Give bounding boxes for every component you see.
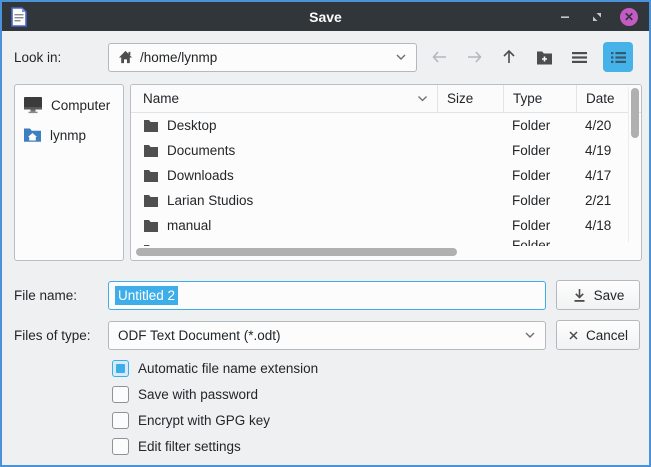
save-icon	[572, 288, 587, 303]
file-row-downloads[interactable]: Downloads Folder 4/17	[131, 163, 641, 188]
folder-icon	[143, 219, 159, 232]
main-area: Computer lynmp Name	[14, 84, 642, 261]
vertical-scrollbar[interactable]	[628, 87, 639, 242]
sidebar-item-label: lynmp	[50, 128, 86, 143]
forward-button[interactable]	[461, 43, 487, 71]
files-of-type-label: Files of type:	[14, 328, 108, 343]
files-of-type-value: ODF Text Document (*.odt)	[118, 328, 524, 343]
files-of-type-row: Files of type: ODF Text Document (*.odt)…	[14, 320, 640, 350]
location-toolbar: Look in: /home/lynmp	[14, 42, 637, 72]
back-button[interactable]	[426, 43, 452, 71]
files-of-type-combobox[interactable]: ODF Text Document (*.odt)	[108, 321, 546, 350]
computer-icon	[23, 96, 43, 114]
window-controls: ✕	[555, 7, 643, 27]
location-combobox[interactable]: /home/lynmp	[108, 43, 417, 72]
home-icon	[118, 50, 133, 64]
vertical-scrollbar-thumb[interactable]	[631, 88, 639, 138]
detail-list-icon	[610, 51, 627, 64]
list-header: Name Size Type Date	[131, 85, 641, 113]
sidebar-item-lynmp[interactable]: lynmp	[15, 120, 123, 150]
file-row-larian-studios[interactable]: Larian Studios Folder 2/21	[131, 188, 641, 213]
column-header-name[interactable]: Name	[131, 85, 437, 112]
window-title: Save	[2, 9, 649, 25]
checkbox-icon	[112, 438, 129, 455]
file-row-documents[interactable]: Documents Folder 4/19	[131, 138, 641, 163]
save-button[interactable]: Save	[556, 280, 640, 310]
cancel-x-icon	[568, 330, 579, 341]
short-view-button[interactable]	[566, 43, 592, 71]
horizontal-scrollbar-thumb[interactable]	[136, 248, 457, 256]
options-checkboxes: Automatic file name extension Save with …	[112, 360, 649, 455]
checkbox-icon	[112, 412, 129, 429]
file-rows: Desktop Folder 4/20 Documents Folder 4/1…	[131, 113, 641, 254]
checkbox-encrypt-gpg[interactable]: Encrypt with GPG key	[112, 412, 649, 429]
file-name-input[interactable]: Untitled 2	[108, 281, 546, 310]
file-name-value: Untitled 2	[115, 286, 178, 305]
folder-icon	[143, 169, 159, 182]
up-button[interactable]	[496, 43, 522, 71]
close-button[interactable]: ✕	[619, 7, 639, 27]
detail-view-button[interactable]	[603, 42, 633, 72]
file-list-panel: Name Size Type Date Desktop Folder 4/20	[130, 84, 642, 261]
chevron-down-icon	[395, 53, 407, 61]
folder-icon	[143, 244, 159, 246]
minimize-button[interactable]	[555, 7, 575, 27]
checkbox-icon	[112, 386, 129, 403]
file-row-clipped[interactable]: Folder	[131, 238, 641, 246]
file-row-manual[interactable]: manual Folder 4/18	[131, 213, 641, 238]
folder-icon	[143, 119, 159, 132]
sidebar-item-computer[interactable]: Computer	[15, 90, 123, 120]
save-dialog: Save ✕ Look in:	[0, 0, 651, 467]
places-sidebar: Computer lynmp	[14, 84, 124, 261]
cancel-button[interactable]: Cancel	[556, 320, 640, 350]
file-row-desktop[interactable]: Desktop Folder 4/20	[131, 113, 641, 138]
file-name-row: File name: Untitled 2 Save	[14, 280, 640, 310]
checkbox-icon	[112, 360, 129, 377]
document-icon	[11, 7, 27, 27]
folder-icon	[143, 194, 159, 207]
column-header-size[interactable]: Size	[437, 85, 503, 112]
chevron-down-icon	[524, 331, 536, 339]
sort-chevron-down-icon	[417, 95, 428, 102]
location-path: /home/lynmp	[140, 50, 388, 65]
close-icon: ✕	[620, 8, 638, 26]
checkbox-automatic-extension[interactable]: Automatic file name extension	[112, 360, 649, 377]
new-folder-button[interactable]	[531, 43, 557, 71]
checkbox-edit-filter-settings[interactable]: Edit filter settings	[112, 438, 649, 455]
horizontal-scrollbar[interactable]	[136, 248, 623, 256]
home-folder-icon	[23, 127, 42, 143]
sidebar-item-label: Computer	[51, 98, 110, 113]
titlebar: Save ✕	[2, 2, 649, 31]
folder-icon	[143, 144, 159, 157]
checkbox-save-with-password[interactable]: Save with password	[112, 386, 649, 403]
column-header-type[interactable]: Type	[503, 85, 576, 112]
look-in-label: Look in:	[14, 50, 108, 65]
restore-button[interactable]	[587, 7, 607, 27]
file-name-label: File name:	[14, 288, 108, 303]
